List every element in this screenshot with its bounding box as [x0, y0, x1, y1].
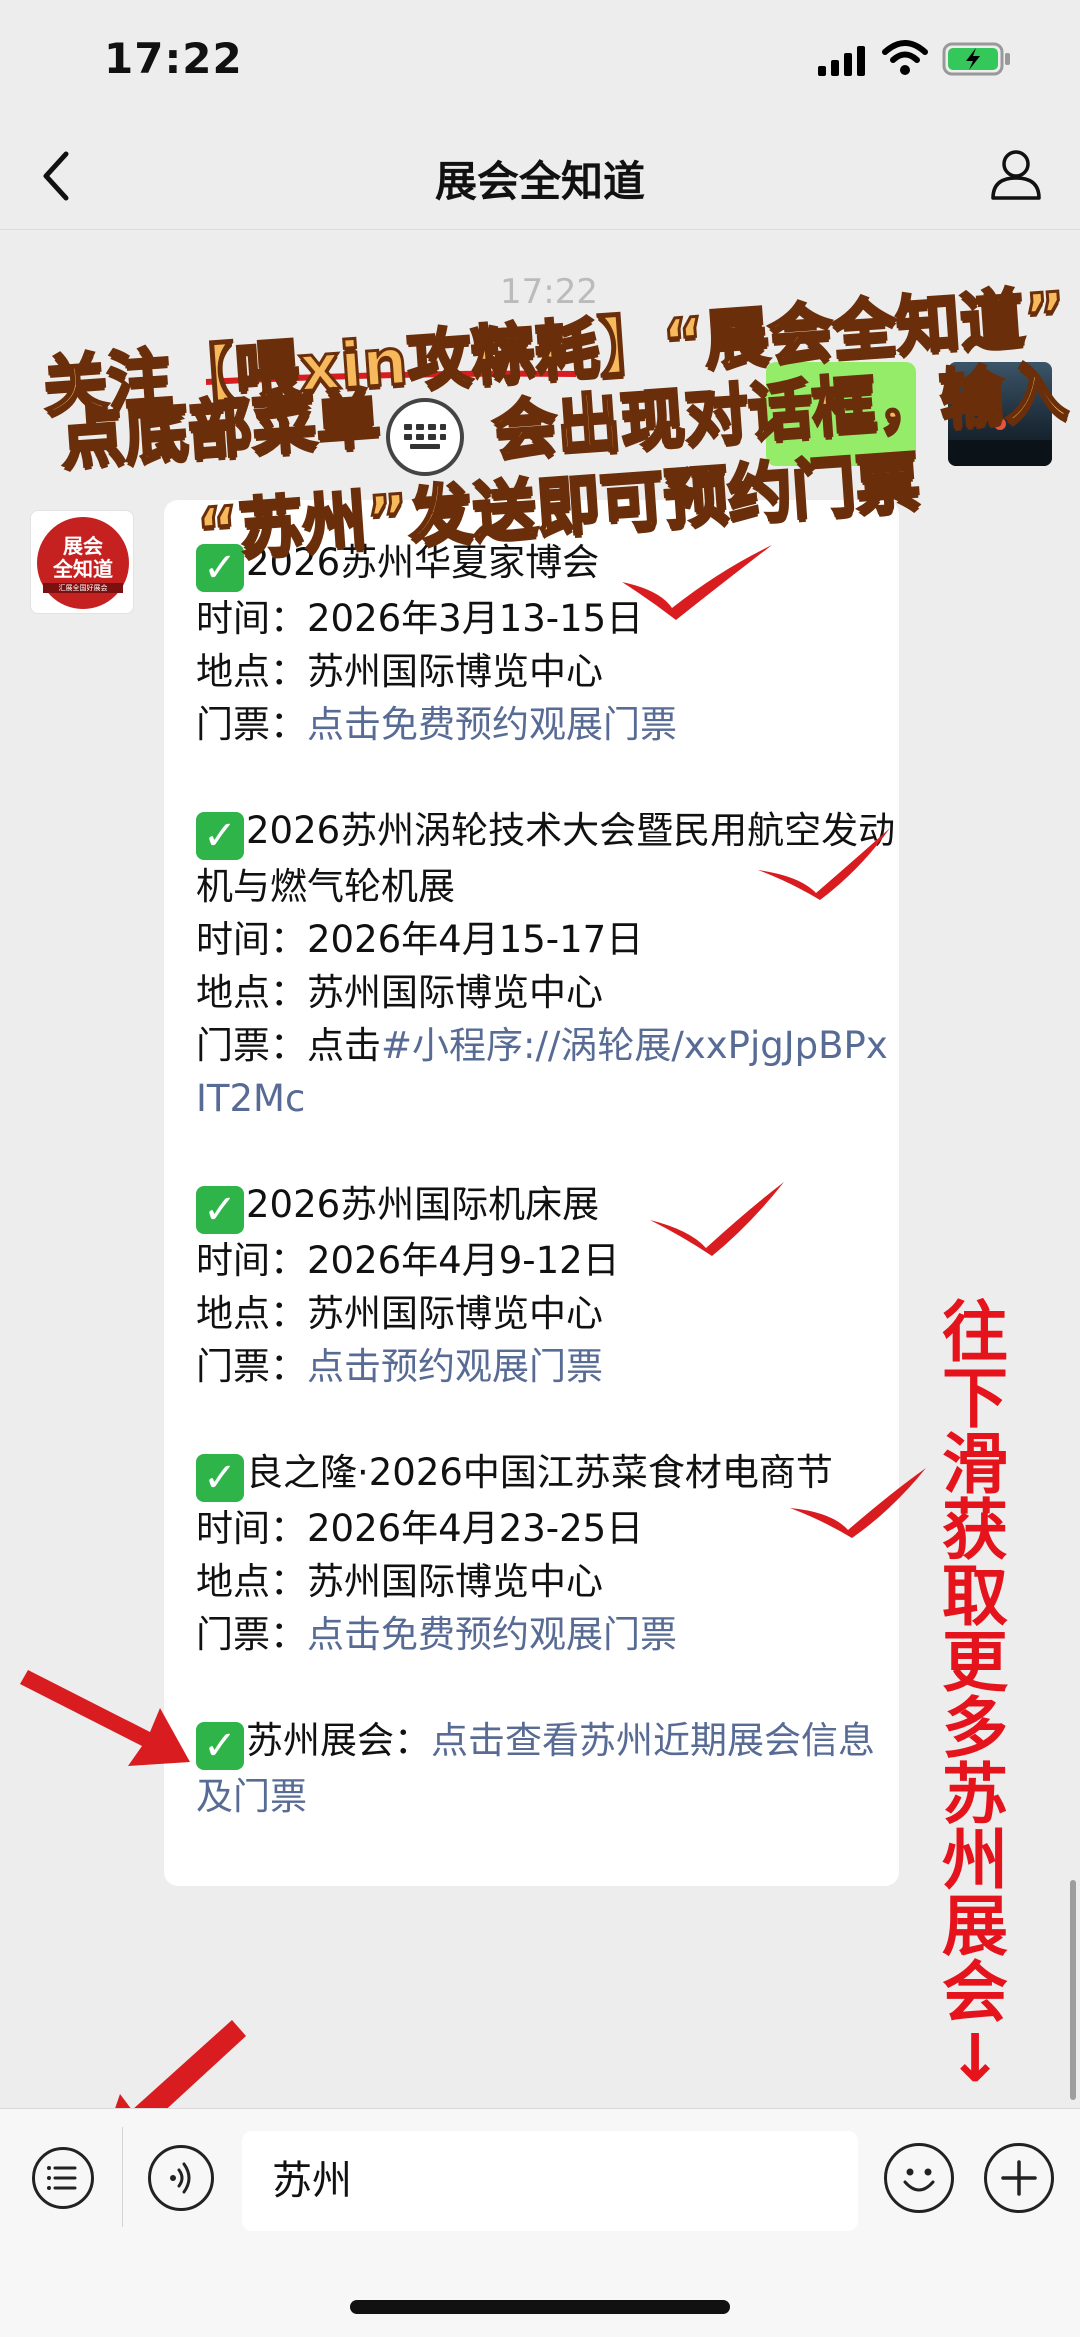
banner-quote-open: “ [193, 492, 243, 572]
home-indicator[interactable] [350, 2300, 730, 2314]
list-menu-icon[interactable] [32, 2147, 94, 2209]
red-checkmark [758, 828, 890, 900]
red-checkmark [790, 1468, 926, 1538]
divider [122, 2127, 123, 2227]
plus-icon[interactable] [984, 2143, 1054, 2213]
message-input[interactable]: 苏州 [242, 2131, 858, 2231]
red-checkmark [622, 545, 772, 620]
emoji-icon[interactable] [884, 2143, 954, 2213]
red-checkmark [650, 1182, 784, 1256]
banner-keyword: 苏州 [235, 483, 371, 569]
voice-icon[interactable] [148, 2145, 214, 2211]
scrollbar[interactable] [1070, 1880, 1076, 2100]
red-arrow [20, 1670, 190, 1766]
scroll-hint-text: 往下滑获取更多苏州展会↓ [942, 1294, 1008, 2097]
